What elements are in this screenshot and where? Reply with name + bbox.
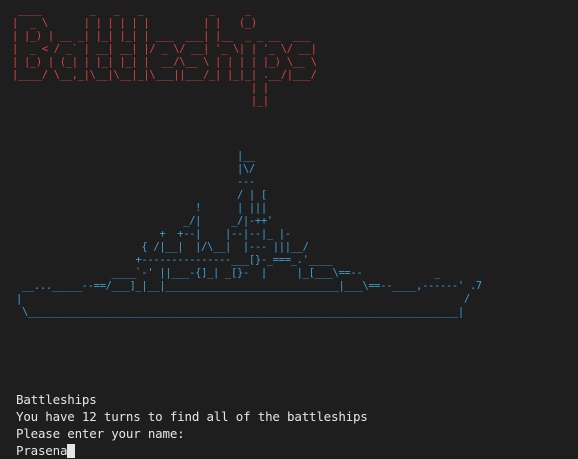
terminal-output: Battleships You have 12 turns to find al… xyxy=(16,391,368,459)
name-input-line[interactable]: Prasena xyxy=(16,442,368,459)
turns-message: You have 12 turns to find all of the bat… xyxy=(16,409,368,424)
battleships-banner-art: ____ _ _ _ _ _ | _ \ | | | | | | | | (_)… xyxy=(12,4,317,107)
name-input-value[interactable]: Prasena xyxy=(16,442,67,459)
game-title: Battleships xyxy=(16,392,97,407)
text-cursor xyxy=(67,443,76,458)
battleship-ascii-art: |__ |\/ --- / | [ ! | ||| _/| _/|-++' + … xyxy=(16,150,482,318)
terminal-window[interactable]: ____ _ _ _ _ _ | _ \ | | | | | | | | (_)… xyxy=(0,0,578,459)
name-prompt: Please enter your name: xyxy=(16,426,185,441)
